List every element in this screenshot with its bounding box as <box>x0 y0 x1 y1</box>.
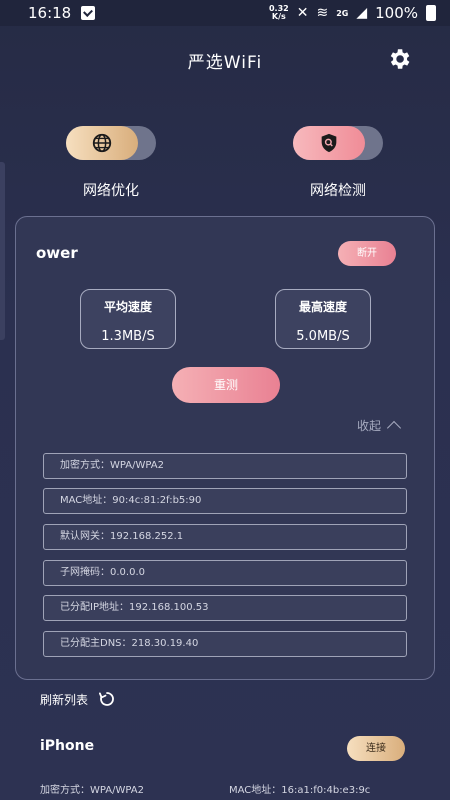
feature-network-detect[interactable]: 网络检测 <box>283 126 393 200</box>
refresh-label: 刷新列表 <box>40 692 89 707</box>
detail-dns: 已分配主DNS：218.30.19.40 <box>43 631 407 657</box>
network-item-mac: MAC地址：16:a1:f0:4b:e3:9c <box>229 785 371 796</box>
battery-icon <box>426 5 436 21</box>
collapse-toggle[interactable]: 收起 <box>356 417 402 436</box>
detail-encryption: 加密方式：WPA/WPA2 <box>43 453 407 479</box>
avg-speed-label: 平均速度 <box>103 300 152 314</box>
detail-ip: 已分配IP地址：192.168.100.53 <box>43 595 407 621</box>
max-speed-label: 最高速度 <box>298 300 347 314</box>
wifi-icon: ≋ <box>316 5 329 21</box>
toggle-knob <box>66 126 138 160</box>
network-item-name: iPhone <box>40 738 95 754</box>
current-ssid: ower <box>36 244 78 262</box>
toggle-network-detect[interactable] <box>293 126 383 160</box>
feature-label: 网络检测 <box>310 183 366 199</box>
connect-button[interactable]: 连接 <box>347 736 405 761</box>
globe-icon <box>92 133 112 153</box>
signal-label: 2G <box>336 8 349 18</box>
feature-network-optimize[interactable]: 网络优化 <box>56 126 166 200</box>
status-icons: 0.32 K/s ✕ ≋ 2G ◢ 100% <box>269 4 436 22</box>
status-bar: 16:18 0.32 K/s ✕ ≋ 2G ◢ 100% <box>0 0 450 26</box>
gear-icon[interactable] <box>386 46 412 72</box>
collapse-label: 收起 <box>356 419 381 433</box>
edge-handle[interactable] <box>0 162 5 340</box>
battery-percent: 100% <box>375 4 418 22</box>
refresh-icon <box>98 692 114 706</box>
current-network-card: ower 断开 平均速度 1.3MB/S 最高速度 5.0MB/S 重测 收起 … <box>15 216 435 680</box>
shield-search-icon <box>321 133 337 153</box>
network-item-encryption: 加密方式：WPA/WPA2 <box>40 785 144 796</box>
feature-label: 网络优化 <box>83 183 139 199</box>
disconnect-button[interactable]: 断开 <box>338 241 396 266</box>
network-speed: 0.32 K/s <box>269 5 289 21</box>
avg-speed-value: 1.3MB/S <box>101 329 155 344</box>
toggle-network-optimize[interactable] <box>66 126 156 160</box>
max-speed-value: 5.0MB/S <box>296 329 350 344</box>
toggle-knob <box>293 126 365 160</box>
detail-mac: MAC地址：90:4c:81:2f:b5:90 <box>43 488 407 514</box>
detail-subnet: 子网掩码：0.0.0.0 <box>43 560 407 586</box>
refresh-list-button[interactable]: 刷新列表 <box>40 690 116 708</box>
network-speed-unit: K/s <box>271 12 286 21</box>
detail-gateway: 默认网关：192.168.252.1 <box>43 524 407 550</box>
chevron-up-icon <box>386 420 402 436</box>
status-time: 16:18 <box>28 4 72 22</box>
page-title: 严选WiFi <box>187 53 263 73</box>
max-speed-box: 最高速度 5.0MB/S <box>275 289 371 349</box>
signal-icon: ◢ <box>356 5 368 21</box>
avg-speed-box: 平均速度 1.3MB/S <box>80 289 176 349</box>
retest-button[interactable]: 重测 <box>172 367 280 403</box>
notification-icon <box>81 6 96 20</box>
mute-icon: ✕ <box>296 5 309 21</box>
